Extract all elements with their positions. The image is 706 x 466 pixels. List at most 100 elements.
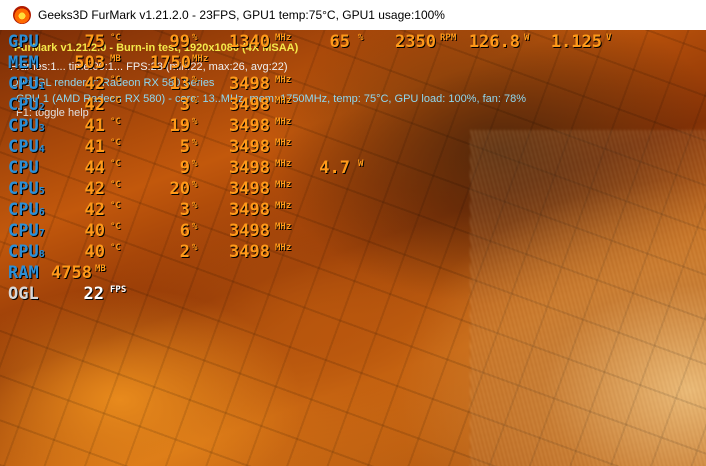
gpu-usage-value: 99 [169,32,190,52]
mem-used-value: 503 [74,53,105,73]
cpu-clock-value: 3498 [229,95,270,115]
cpu-usage-value: 2 [179,242,190,262]
cpu-usage-unit: % [192,96,198,106]
cpu-usage-value: 19 [169,116,190,136]
cpu-clock-unit: MHz [275,75,292,85]
cpu-clock-unit: MHz [275,222,292,232]
cpu-clock-unit: MHz [275,138,292,148]
cpu-usage-value: 9 [179,158,190,178]
cpu-temp-unit: °C [110,159,121,169]
ram-used-value: 4758 [51,263,92,283]
cpu-label-text: CPU [8,137,39,157]
cpu-clock-value: 3498 [229,200,270,220]
cpu-temp-value: 42 [84,179,105,199]
osd-row-cpu: CPU2 42 °C 3% 3498 MHz [0,95,706,116]
window-title: Geeks3D FurMark v1.21.2.0 - 23FPS, GPU1 … [38,8,445,22]
cpu-temp-unit: °C [110,138,121,148]
gpu-fan-unit: % [358,33,364,43]
cpu-power-value: 4.7 [319,158,350,178]
gpu-power-value: 126.8 [468,32,520,52]
gpu-usage-unit: % [192,33,198,43]
osd-row-mem: MEM 503 MB 1750 MHz [0,53,706,74]
osd-label-cpu: CPU [8,158,39,178]
cpu-usage-value: 3 [179,95,190,115]
cpu-usage-unit: % [192,201,198,211]
osd-row-cpu: CPU4 41 °C 5% 3498 MHz [0,137,706,158]
cpu-temp-unit: °C [110,222,121,232]
cpu-usage-unit: % [192,159,198,169]
cpu-usage-value: 6 [179,221,190,241]
cpu-clock-unit: MHz [275,159,292,169]
cpu-usage-unit: % [192,243,198,253]
cpu-usage-unit: % [192,117,198,127]
cpu-clock-unit: MHz [275,180,292,190]
render-viewport: FurMark v1.21.2.0 - Burn-in test, 1920x1… [0,30,706,466]
gpu-power-unit: W [524,33,530,43]
cpu-temp-value: 41 [84,137,105,157]
mem-used-unit: MB [110,54,121,64]
osd-label-gpu: GPU [8,32,39,52]
mem-clock-unit: MHz [192,54,209,64]
cpu-label-text: CPU [8,158,39,178]
cpu-clock-value: 3498 [229,137,270,157]
cpu-clock-value: 3498 [229,158,270,178]
cpu-label-text: CPU [8,116,39,136]
osd-row-ram: RAM 4758 MB [0,263,706,284]
osd-row-cpu: CPU7 40 °C 6% 3498 MHz [0,221,706,242]
cpu-temp-value: 40 [84,221,105,241]
osd-label-ogl: OGL [8,284,39,304]
cpu-temp-unit: °C [110,75,121,85]
ram-used-unit: MB [95,264,106,274]
cpu-clock-value: 3498 [229,242,270,262]
gpu-rpm-value: 2350 [395,32,436,52]
osd-row-cpu: CPU8 40 °C 2% 3498 MHz [0,242,706,263]
mem-clock-value: 1750 [150,53,191,73]
osd-row-cpu: CPU3 41 °C 19% 3498 MHz [0,116,706,137]
gpu-clock-value: 1340 [229,32,270,52]
cpu-temp-value: 42 [84,74,105,94]
cpu-label-text: CPU [8,179,39,199]
cpu-clock-unit: MHz [275,117,292,127]
cpu-usage-unit: % [192,75,198,85]
cpu-label-text: CPU [8,95,39,115]
cpu-label-text: CPU [8,221,39,241]
cpu-clock-unit: MHz [275,243,292,253]
cpu-usage-value: 13 [169,74,190,94]
cpu-temp-unit: °C [110,117,121,127]
cpu-label-text: CPU [8,74,39,94]
cpu-clock-unit: MHz [275,96,292,106]
gpu-voltage-value: 1.125 [550,32,602,52]
cpu-usage-unit: % [192,180,198,190]
osd-row-cpu: CPU 44 °C 9% 3498 MHz 4.7 W [0,158,706,179]
gpu-temp-value: 75 [84,32,105,52]
osd-row-gpu: GPU 75 °C 99 % 1340 MHz 65 % 2350 RPM 12… [0,32,706,53]
osd-row-cpu: CPU5 42 °C 20% 3498 MHz [0,179,706,200]
osd-label-ram: RAM [8,263,39,283]
cpu-clock-value: 3498 [229,179,270,199]
gpu-clock-unit: MHz [275,33,292,43]
cpu-label-text: CPU [8,200,39,220]
furmark-app-icon [13,6,31,24]
ogl-fps-value: 22 [83,284,104,304]
gpu-fan-value: 65 [329,32,350,52]
cpu-usage-value: 5 [179,137,190,157]
cpu-power-unit: W [358,159,364,169]
osd-label-mem: MEM [8,53,39,73]
cpu-usage-unit: % [192,138,198,148]
window-titlebar[interactable]: Geeks3D FurMark v1.21.2.0 - 23FPS, GPU1 … [0,0,706,30]
cpu-temp-value: 44 [84,158,105,178]
ogl-fps-unit: FPS [110,285,127,295]
cpu-temp-unit: °C [110,243,121,253]
cpu-temp-unit: °C [110,96,121,106]
cpu-temp-unit: °C [110,201,121,211]
cpu-temp-value: 40 [84,242,105,262]
cpu-temp-value: 41 [84,116,105,136]
osd-row-cpu: CPU1 42 °C 13% 3498 MHz [0,74,706,95]
cpu-clock-value: 3498 [229,116,270,136]
cpu-label-text: CPU [8,242,39,262]
cpu-clock-value: 3498 [229,74,270,94]
cpu-temp-value: 42 [84,200,105,220]
osd-row-ogl: OGL 22 FPS [0,284,706,305]
gpu-voltage-unit: V [606,33,612,43]
gpu-temp-unit: °C [110,33,121,43]
